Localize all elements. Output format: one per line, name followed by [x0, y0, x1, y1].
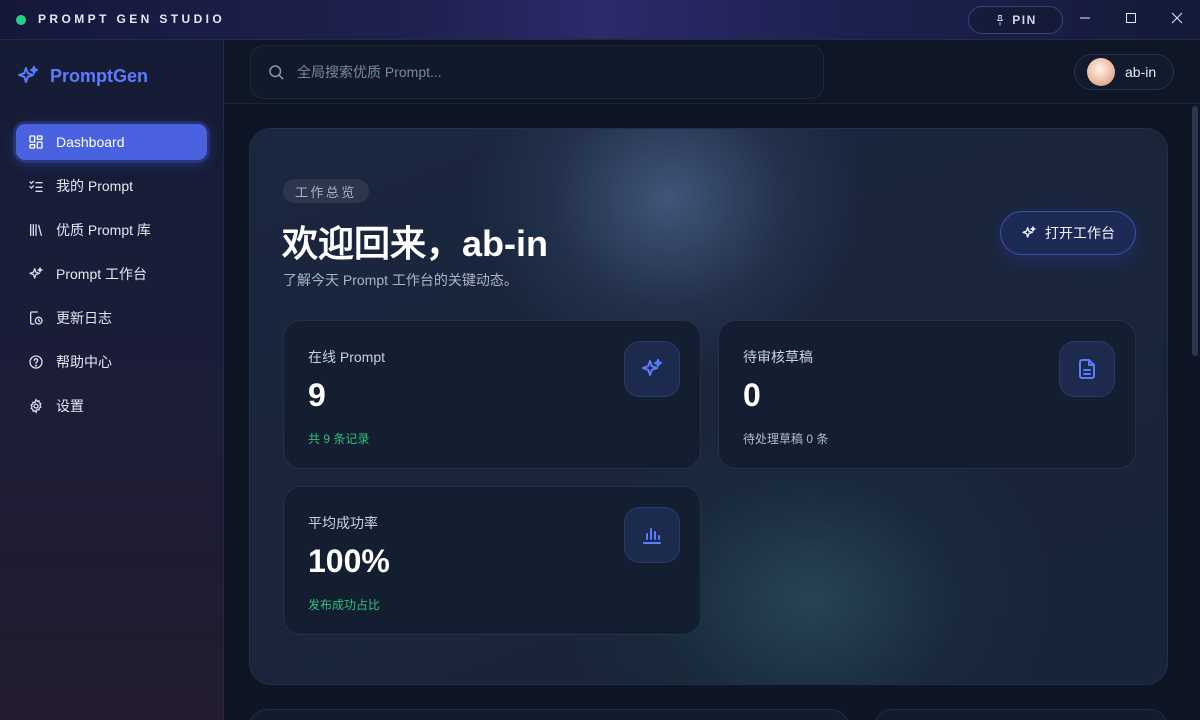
- sparkles-icon: [1022, 226, 1036, 238]
- pin-button[interactable]: PIN: [968, 6, 1063, 34]
- stat-label: 待审核草稿: [743, 349, 813, 365]
- page-subtitle: 了解今天 Prompt 工作台的关键动态。: [283, 272, 518, 288]
- sidebar-item-help[interactable]: 帮助中心: [16, 344, 207, 380]
- stat-card-pending-drafts: 待审核草稿 0 待处理草稿 0 条: [718, 320, 1136, 469]
- sidebar-item-changelog[interactable]: 更新日志: [16, 300, 207, 336]
- sidebar-item-settings[interactable]: 设置: [16, 388, 207, 424]
- help-icon: [29, 355, 43, 369]
- stat-note: 待处理草稿 0 条: [743, 432, 829, 446]
- content-card: [249, 709, 849, 720]
- pin-label: PIN: [1012, 13, 1037, 27]
- close-button[interactable]: [1154, 0, 1200, 36]
- sidebar-item-label: 优质 Prompt 库: [56, 222, 151, 238]
- brand-name: PromptGen: [50, 65, 149, 86]
- library-icon: [30, 224, 42, 236]
- sidebar-nav: Dashboard 我的 Prompt 优质 Prompt 库 Prompt 工…: [16, 124, 207, 432]
- content-card: [874, 709, 1168, 720]
- app-title: PROMPT GEN STUDIO: [38, 12, 226, 26]
- sidebar-item-label: Dashboard: [56, 134, 125, 150]
- stat-icon-box: [624, 507, 680, 563]
- stat-label: 在线 Prompt: [308, 349, 386, 365]
- sparkles-icon: [29, 267, 43, 279]
- main-content: 工作总览 欢迎回来，ab-in 了解今天 Prompt 工作台的关键动态。 打开…: [224, 104, 1190, 720]
- sidebar-item-label: 我的 Prompt: [56, 178, 134, 194]
- history-icon: [30, 311, 43, 325]
- close-icon: [1171, 12, 1183, 24]
- minimize-button[interactable]: [1062, 0, 1108, 36]
- sidebar-item-label: Prompt 工作台: [56, 266, 148, 282]
- sidebar-item-label: 帮助中心: [56, 354, 112, 370]
- stat-value: 100%: [308, 543, 390, 579]
- stat-note: 共 9 条记录: [308, 432, 370, 446]
- top-header: ab-in: [224, 40, 1200, 104]
- stat-icon-box: [624, 341, 680, 397]
- sidebar-item-label: 设置: [56, 398, 84, 414]
- user-menu[interactable]: ab-in: [1074, 54, 1174, 90]
- sparkles-icon: [18, 66, 38, 83]
- sidebar-item-prompt-library[interactable]: 优质 Prompt 库: [16, 212, 207, 248]
- stat-card-success-rate: 平均成功率 100% 发布成功占比: [283, 486, 701, 635]
- brand[interactable]: PromptGen: [16, 64, 148, 88]
- checklist-icon: [29, 180, 43, 192]
- avatar: [1087, 58, 1115, 86]
- minimize-icon: [1080, 17, 1090, 19]
- maximize-icon: [1126, 13, 1136, 23]
- stat-label: 平均成功率: [308, 515, 378, 531]
- title-bar: PROMPT GEN STUDIO PIN: [0, 0, 1200, 40]
- pin-icon: [997, 15, 1004, 26]
- bar-chart-icon: [643, 528, 661, 544]
- search-icon: [269, 65, 284, 80]
- overview-card: 工作总览 欢迎回来，ab-in 了解今天 Prompt 工作台的关键动态。 打开…: [249, 128, 1168, 685]
- sidebar-item-label: 更新日志: [56, 310, 112, 326]
- user-name: ab-in: [1125, 64, 1157, 80]
- status-dot: [16, 15, 26, 25]
- sidebar: PromptGen Dashboard 我的 Prompt 优质 Prompt …: [0, 40, 224, 720]
- open-workbench-label: 打开工作台: [1045, 225, 1115, 241]
- scrollbar-thumb[interactable]: [1192, 106, 1198, 356]
- sidebar-item-dashboard[interactable]: Dashboard: [16, 124, 207, 160]
- sparkles-icon: [642, 359, 662, 376]
- sidebar-item-prompt-workbench[interactable]: Prompt 工作台: [16, 256, 207, 292]
- page-title: 欢迎回来，ab-in: [282, 223, 548, 264]
- open-workbench-button[interactable]: 打开工作台: [1000, 211, 1136, 255]
- section-badge: 工作总览: [283, 179, 369, 203]
- stat-note: 发布成功占比: [308, 598, 381, 612]
- grid-icon: [29, 135, 43, 149]
- search-input[interactable]: [297, 64, 777, 80]
- stat-value: 9: [308, 377, 326, 413]
- maximize-button[interactable]: [1108, 0, 1154, 36]
- sidebar-item-my-prompt[interactable]: 我的 Prompt: [16, 168, 207, 204]
- document-icon: [1079, 359, 1095, 379]
- gear-icon: [30, 398, 42, 414]
- search-box[interactable]: [250, 45, 824, 99]
- stat-icon-box: [1059, 341, 1115, 397]
- stat-card-online-prompt: 在线 Prompt 9 共 9 条记录: [283, 320, 701, 469]
- stat-value: 0: [743, 377, 761, 413]
